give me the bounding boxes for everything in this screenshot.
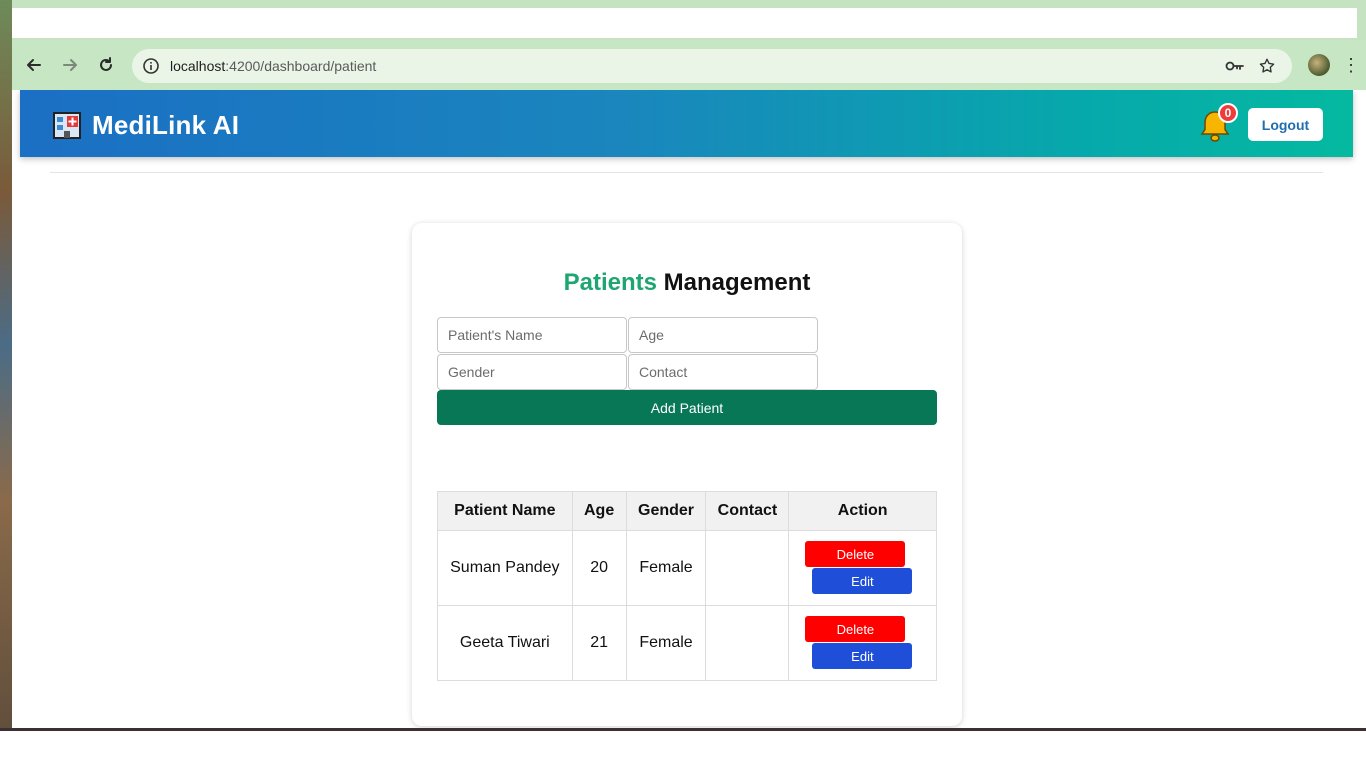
reload-icon[interactable] <box>94 53 118 77</box>
header-contact: Contact <box>705 491 790 531</box>
cell-contact <box>705 605 790 681</box>
title-rest: Management <box>657 269 811 296</box>
cell-gender: Female <box>625 530 707 606</box>
forward-arrow-icon[interactable] <box>58 53 82 77</box>
table-row: Geeta Tiwari 21 Female Delete Edit <box>437 605 937 681</box>
cell-gender: Female <box>625 605 707 681</box>
delete-button[interactable]: Delete <box>805 616 906 642</box>
age-input[interactable] <box>628 317 818 353</box>
taskbar-edge <box>0 728 1366 731</box>
cell-action: Delete Edit <box>788 605 937 681</box>
section-divider <box>50 172 1323 173</box>
table-row: Suman Pandey 20 Female Delete Edit <box>437 530 937 606</box>
browser-toolbar: localhost:4200/dashboard/patient ⋮ <box>12 40 1366 90</box>
key-icon[interactable] <box>1224 55 1246 77</box>
url-host: localhost <box>170 58 226 74</box>
cell-age: 20 <box>571 530 627 606</box>
contact-input[interactable] <box>628 354 818 390</box>
brand-title: MediLink AI <box>92 110 240 140</box>
url-path: :4200/dashboard/patient <box>225 58 377 74</box>
desktop-background <box>0 0 12 768</box>
cell-patient-name: Suman Pandey <box>437 530 573 606</box>
address-bar[interactable]: localhost:4200/dashboard/patient <box>132 49 1292 83</box>
site-info-icon[interactable] <box>140 55 162 77</box>
header-action: Action <box>788 491 937 531</box>
cell-patient-name: Geeta Tiwari <box>437 605 573 681</box>
edit-button[interactable]: Edit <box>812 643 913 669</box>
back-arrow-icon[interactable] <box>22 53 46 77</box>
star-icon[interactable] <box>1256 55 1278 77</box>
app-header: MediLink AI 0 Logout <box>20 90 1353 157</box>
hospital-icon <box>52 110 82 140</box>
cell-action: Delete Edit <box>788 530 937 606</box>
notification-badge: 0 <box>1218 103 1238 123</box>
profile-avatar[interactable] <box>1308 54 1330 76</box>
title-accent: Patients <box>563 269 657 296</box>
tab-strip <box>12 0 1366 40</box>
header-age: Age <box>571 491 627 531</box>
add-patient-button[interactable]: Add Patient <box>437 390 937 425</box>
menu-icon[interactable]: ⋮ <box>1342 53 1360 77</box>
app-page: MediLink AI 0 Logout Patients Management… <box>12 90 1366 728</box>
logout-button[interactable]: Logout <box>1248 108 1323 141</box>
patients-card: Patients Management Add Patient Patient … <box>412 223 962 726</box>
browser-window: localhost:4200/dashboard/patient ⋮ Medi… <box>12 0 1366 728</box>
header-gender: Gender <box>625 491 707 531</box>
header-patient-name: Patient Name <box>437 491 573 531</box>
edit-button[interactable]: Edit <box>812 568 913 594</box>
cell-age: 21 <box>571 605 627 681</box>
delete-button[interactable]: Delete <box>805 541 906 567</box>
table-header-row: Patient Name Age Gender Contact Action <box>437 491 937 531</box>
cell-contact <box>705 530 790 606</box>
desktop-bottom-area <box>0 728 1366 768</box>
page-title: Patients Management <box>412 269 962 297</box>
patients-table: Patient Name Age Gender Contact Action S… <box>437 491 937 681</box>
gender-input[interactable] <box>437 354 627 390</box>
tab-strip-overlay <box>12 8 1357 38</box>
patient-name-input[interactable] <box>437 317 627 353</box>
